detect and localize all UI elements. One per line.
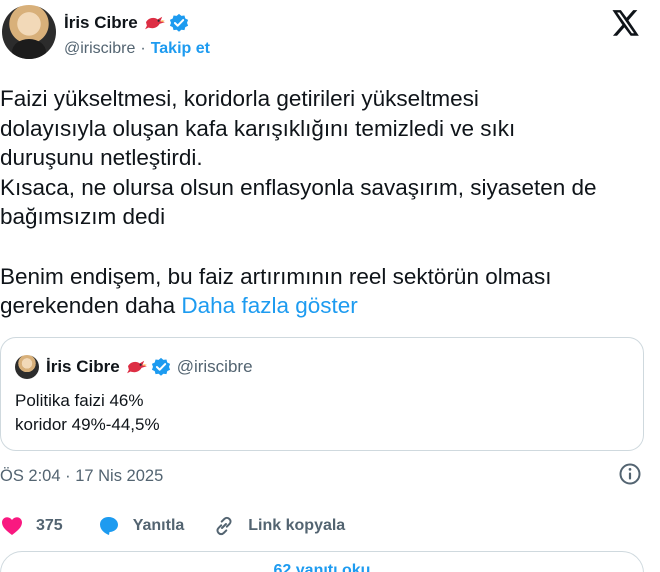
heart-icon — [2, 517, 22, 535]
quote-author-handle: @iriscibre — [176, 357, 253, 376]
like-button[interactable]: 375 — [0, 514, 63, 538]
follow-button[interactable]: Takip et — [151, 40, 210, 58]
reply-bubble-icon — [99, 517, 118, 535]
verified-icon — [151, 357, 170, 376]
tweet-text-line: bağımsızım dedi — [0, 204, 166, 230]
tweet-text-line: Kısaca, ne olursa olsun enflasyonla sava… — [0, 174, 597, 200]
quote-author-name: İris Cibre — [46, 357, 120, 376]
like-count: 375 — [36, 517, 63, 534]
verified-icon — [169, 13, 188, 32]
tweet-text-line: Faizi yükseltmesi, koridorla getirileri … — [0, 86, 479, 111]
read-replies-button[interactable]: 62 yanıtı oku — [0, 551, 644, 572]
tweet-text-last-line: gerekenden daha Daha fazla göster — [0, 291, 650, 321]
tweet-text-line-prefix: gerekenden daha — [0, 293, 182, 319]
tweet-actions: 375 Yanıtla Link kopyala — [0, 513, 345, 539]
author-name[interactable]: İris Cibre — [64, 13, 138, 33]
tweet-text-line: Benim endişem, bu faiz artırımının reel … — [0, 263, 552, 289]
link-icon — [216, 516, 232, 536]
separator-dot: · — [140, 40, 146, 57]
quote-text-line: Politika faizi 46% — [15, 391, 144, 410]
tweet-text: Faizi yükseltmesi, koridorla getirileri … — [0, 84, 650, 321]
quote-text-line: koridor 49%-44,5% — [15, 415, 160, 434]
info-icon[interactable] — [618, 462, 642, 486]
copy-link-label: Link kopyala — [248, 517, 346, 534]
tweet-timestamp[interactable]: ÖS 2:04 · 17 Nis 2025 — [0, 465, 644, 487]
tweet-text-line: duruşunu netleştirdi. — [0, 145, 203, 171]
copy-link-button[interactable]: Link kopyala — [212, 514, 345, 538]
show-more-link[interactable]: Daha fazla göster — [181, 293, 357, 318]
tweet-text-line: dolayısıyla oluşan kafa karışıklığını te… — [0, 115, 516, 141]
author-name-row: İris Cibre — [64, 11, 189, 35]
quote-author-row: İris Cibre @iriscibre — [46, 356, 253, 378]
x-logo-icon[interactable] — [612, 10, 640, 36]
quoted-tweet[interactable]: İris Cibre @iriscibre Politika faizi 46%… — [0, 337, 644, 451]
author-handle-row: @iriscibre · Takip et — [64, 40, 210, 58]
reply-label: Yanıtla — [132, 517, 185, 534]
bird-emoji-icon — [144, 16, 165, 30]
reply-button[interactable]: Yanıtla — [97, 514, 185, 538]
quote-avatar — [15, 355, 39, 379]
author-handle[interactable]: @iriscibre — [64, 40, 135, 58]
avatar[interactable] — [2, 5, 56, 59]
bird-emoji-icon — [126, 360, 147, 374]
tweet-header: İris Cibre @iriscibre · Takip et — [0, 0, 660, 74]
quote-text: Politika faizi 46% koridor 49%-44,5% — [15, 389, 160, 437]
